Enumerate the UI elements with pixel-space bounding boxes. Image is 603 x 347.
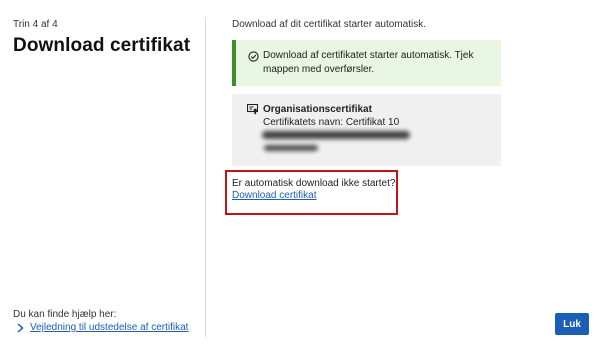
download-question: Er automatisk download ikke startet?: [232, 178, 396, 189]
page-title: Download certifikat: [13, 35, 191, 56]
close-button[interactable]: Luk: [555, 313, 589, 335]
certificate-card: Organisationscertifikat Certifikatets na…: [232, 94, 501, 166]
download-certificate-link[interactable]: Download certifikat: [232, 190, 316, 201]
chevron-right-icon: [17, 322, 24, 333]
certificate-icon: [247, 104, 258, 115]
step-indicator: Trin 4 af 4: [13, 19, 58, 30]
success-notice: Download af certifikatet starter automat…: [232, 40, 501, 86]
intro-text: Download af dit certifikat starter autom…: [232, 19, 426, 30]
help-link[interactable]: Vejledning til udstedelse af certifikat: [16, 322, 188, 333]
help-link-label[interactable]: Vejledning til udstedelse af certifikat: [30, 322, 188, 333]
help-text: Du kan finde hjælp her:: [13, 309, 117, 320]
certificate-type: Organisationscertifikat: [263, 104, 372, 115]
redacted-detail-2: [264, 145, 318, 151]
check-circle-icon: [248, 51, 259, 62]
redacted-detail-1: [262, 131, 410, 139]
certificate-name: Certifikatets navn: Certifikat 10: [263, 117, 400, 128]
panel-divider: [205, 17, 206, 337]
left-panel: Trin 4 af 4 Download certifikat Du kan f…: [0, 0, 205, 347]
success-message: Download af certifikatet starter automat…: [263, 50, 474, 75]
